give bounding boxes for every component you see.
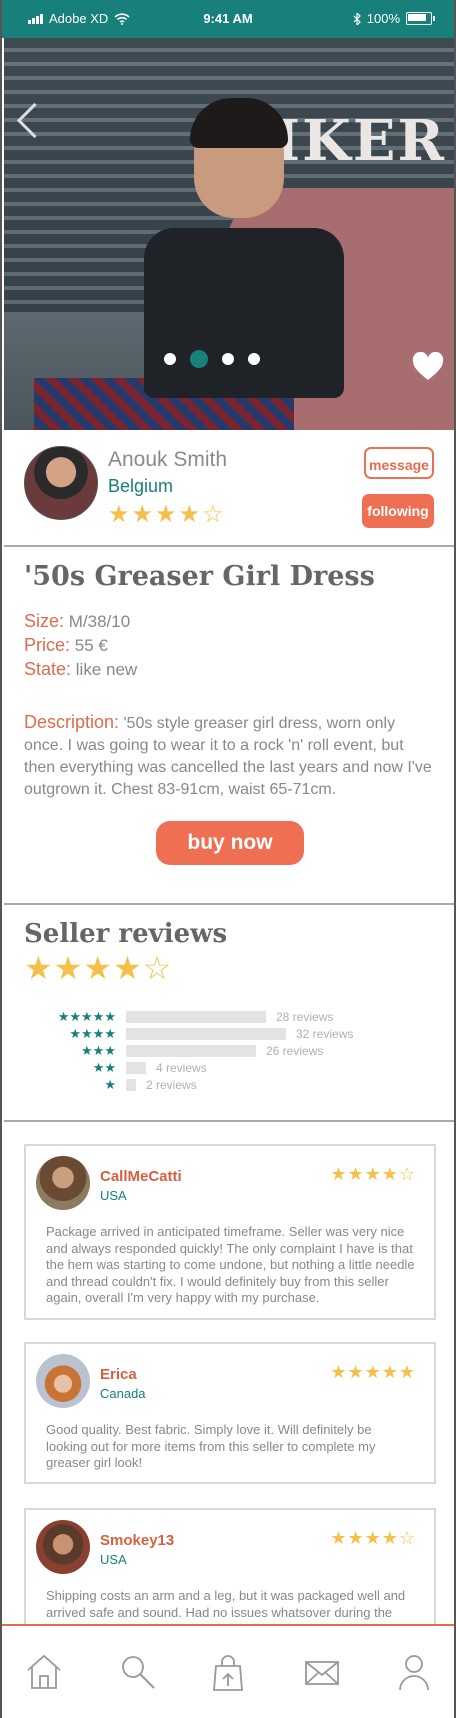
rating-row: ★★ 4 reviews <box>44 1060 207 1076</box>
rating-row-stars: ★★ <box>92 1060 116 1075</box>
home-icon[interactable] <box>24 1652 64 1692</box>
state-row: State: like new <box>24 659 137 680</box>
rating-row: ★★★ 26 reviews <box>44 1043 323 1059</box>
state-label: State: <box>24 659 72 679</box>
battery-label: 100% <box>366 11 400 26</box>
favorite-heart-icon[interactable] <box>412 352 444 382</box>
product-title: '50s Greaser Girl Dress <box>24 561 375 592</box>
bottom-navigation <box>2 1624 454 1718</box>
review-card: CallMeCatti USA ★★★★☆ Package arrived in an… <box>24 1144 436 1320</box>
rating-row-bar <box>126 1045 256 1057</box>
seller-avatar[interactable] <box>24 446 98 520</box>
description: Description: '50s style greaser girl dre… <box>24 711 436 801</box>
reviewer-avatar[interactable] <box>36 1520 90 1574</box>
rating-row-stars: ★ <box>104 1077 116 1092</box>
seller-rating-stars: ★★★★☆ <box>108 501 226 528</box>
mail-icon[interactable] <box>302 1652 342 1692</box>
reviewer-avatar[interactable] <box>36 1354 90 1408</box>
carousel-dot[interactable] <box>222 353 234 365</box>
rating-row-bar <box>126 1079 136 1091</box>
rating-row-count: 32 reviews <box>296 1027 354 1041</box>
rating-row-count: 26 reviews <box>266 1044 324 1058</box>
battery-icon <box>406 12 435 25</box>
rating-row-bar <box>126 1011 266 1023</box>
reviewer-name[interactable]: CallMeCatti <box>100 1168 182 1185</box>
size-value: M/38/10 <box>68 612 131 631</box>
rating-row-bar <box>126 1062 146 1074</box>
rating-row-count: 4 reviews <box>156 1061 207 1075</box>
price-label: Price: <box>24 635 71 655</box>
review-text: Shipping costs an arm and a leg, but it … <box>46 1588 406 1620</box>
seller-section: Anouk Smith Belgium ★★★★☆ message follow… <box>4 430 454 547</box>
seller-country: Belgium <box>108 476 174 496</box>
reviewer-name[interactable]: Erica <box>100 1366 137 1383</box>
product-photo <box>34 98 354 430</box>
rating-row-stars: ★★★★ <box>69 1026 116 1041</box>
buy-now-button[interactable]: buy now <box>156 821 304 865</box>
status-bar: Adobe XD 9:41 AM 100% <box>2 0 454 38</box>
carousel-dot-active[interactable] <box>190 350 208 368</box>
product-details: '50s Greaser Girl Dress Size: M/38/10 Pr… <box>4 547 454 905</box>
following-button[interactable]: following <box>362 494 434 528</box>
reviewer-avatar[interactable] <box>36 1156 90 1210</box>
reviews-title: Seller reviews <box>24 919 228 949</box>
bluetooth-icon <box>353 12 361 25</box>
rating-row: ★★★★★ 28 reviews <box>44 1009 334 1025</box>
rating-row-count: 2 reviews <box>146 1078 197 1092</box>
review-stars: ★★★★☆ <box>330 1164 416 1184</box>
review-text: Good quality. Best fabric. Simply love i… <box>46 1422 376 1470</box>
review-stars: ★★★★★ <box>330 1362 416 1382</box>
rating-row: ★ 2 reviews <box>44 1077 197 1093</box>
description-label: Description: <box>24 712 120 732</box>
reviewer-name[interactable]: Smokey13 <box>100 1532 174 1549</box>
seller-reviews-summary: Seller reviews ★★★★☆ ★★★★★ 28 reviews ★★★★… <box>4 905 454 1122</box>
reviewer-country: USA <box>100 1552 127 1567</box>
profile-icon[interactable] <box>394 1652 434 1692</box>
overall-rating-stars: ★★★★☆ <box>24 950 173 986</box>
search-icon[interactable] <box>118 1652 158 1692</box>
state-value: like new <box>75 660 138 679</box>
carousel-dot[interactable] <box>248 353 260 365</box>
seller-name[interactable]: Anouk Smith <box>108 448 227 472</box>
price-row: Price: 55 € <box>24 635 108 656</box>
reviewer-country: USA <box>100 1188 127 1203</box>
review-card: Erica Canada ★★★★★ Good quality. Best fabri… <box>24 1342 436 1484</box>
product-image-carousel[interactable]: IKER <box>4 38 454 430</box>
rating-row-stars: ★★★★★ <box>57 1009 116 1024</box>
reviewer-country: Canada <box>100 1386 146 1401</box>
carousel-dot[interactable] <box>164 353 176 365</box>
carousel-indicator <box>164 350 260 368</box>
rating-row-stars: ★★★ <box>81 1043 116 1058</box>
size-label: Size: <box>24 611 65 631</box>
rating-row-bar <box>126 1028 286 1040</box>
sell-icon[interactable] <box>208 1652 248 1692</box>
size-row: Size: M/38/10 <box>24 611 130 632</box>
app-screen: Adobe XD 9:41 AM 100% IKER Anouk Smith B… <box>0 0 456 1718</box>
rating-row-count: 28 reviews <box>276 1010 334 1024</box>
review-text: Package arrived in anticipated timeframe… <box>46 1224 415 1305</box>
rating-row: ★★★★ 32 reviews <box>44 1026 353 1042</box>
price-value: 55 € <box>74 636 108 655</box>
review-stars: ★★★★☆ <box>330 1528 416 1548</box>
message-button[interactable]: message <box>364 447 434 479</box>
